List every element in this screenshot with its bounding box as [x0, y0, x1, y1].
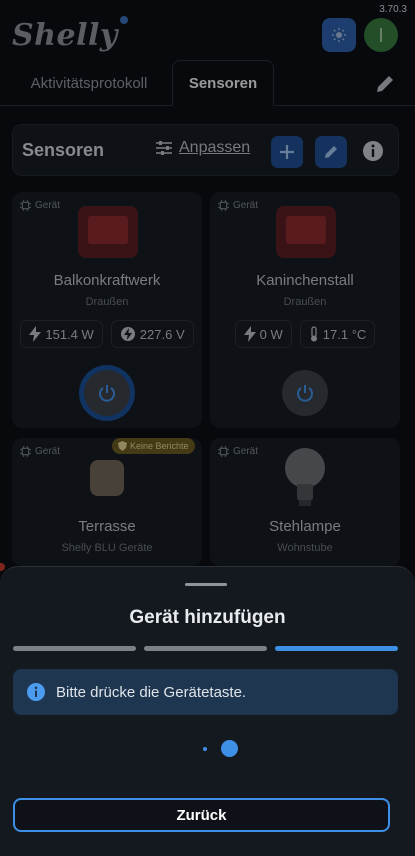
tab-sensors[interactable]: Sensoren	[172, 60, 274, 106]
info-message: Bitte drücke die Gerätetaste.	[56, 683, 247, 701]
device-badge-label: Gerät	[35, 200, 61, 211]
power-value: 151.4 W	[45, 326, 94, 342]
thermometer-icon	[310, 326, 317, 342]
voltage-stat: 227.6 V	[110, 320, 194, 348]
adjust-button[interactable]: Anpassen	[155, 139, 250, 157]
plus-icon	[280, 145, 294, 159]
device-badge: Gerät	[20, 200, 60, 211]
device-card-stehlampe[interactable]: Gerät Stehlampe Wohnstube	[210, 438, 400, 566]
device-card-terrasse[interactable]: Gerät Terrasse Shelly BLU Geräte	[12, 438, 202, 566]
lightbulb-icon	[285, 448, 325, 506]
no-reports-badge: Keine Berichte	[112, 438, 195, 454]
pencil-icon	[377, 76, 393, 92]
device-image	[78, 206, 138, 258]
info-icon	[27, 683, 45, 701]
chip-icon	[20, 200, 31, 211]
pencil-icon	[325, 146, 337, 158]
device-name: Kaninchenstall	[256, 272, 354, 289]
edit-sensors-button[interactable]	[315, 136, 347, 168]
sun-icon	[332, 28, 346, 42]
device-room: Shelly BLU Geräte	[61, 542, 153, 554]
info-icon	[363, 141, 383, 161]
add-sensor-button[interactable]	[271, 136, 303, 168]
add-device-sheet: Gerät hinzufügen Bitte drücke die Geräte…	[0, 566, 415, 856]
device-badge-label: Gerät	[233, 446, 259, 457]
voltage-icon	[120, 327, 135, 341]
bolt-icon	[243, 326, 256, 342]
device-room: Draußen	[85, 296, 129, 308]
power-icon	[297, 385, 313, 402]
edge-indicator	[0, 563, 5, 571]
chip-icon	[218, 446, 229, 457]
device-card-kaninchenstall[interactable]: Gerät Kaninchenstall Draußen 0 W 17.1 °C	[210, 192, 400, 428]
profile-button[interactable]	[364, 18, 398, 52]
device-image	[90, 460, 124, 496]
adjust-label: Anpassen	[179, 139, 251, 156]
power-value: 0 W	[259, 326, 283, 342]
sensors-toolbar: Sensoren Anpassen	[12, 124, 399, 176]
power-icon	[99, 385, 115, 402]
voltage-value: 227.6 V	[139, 326, 185, 342]
device-card-balkonkraftwerk[interactable]: Gerät Balkonkraftwerk Draußen 151.4 W 22…	[12, 192, 202, 428]
sensors-title: Sensoren	[22, 140, 105, 160]
device-badge: Gerät	[218, 200, 258, 211]
loading-dot-small	[203, 747, 207, 751]
no-reports-label: Keine Berichte	[130, 441, 189, 451]
device-image	[276, 206, 336, 258]
chip-icon	[20, 446, 31, 457]
device-stats: 0 W 17.1 °C	[210, 320, 400, 348]
logo-dot	[120, 16, 128, 24]
info-message-box: Bitte drücke die Gerätetaste.	[13, 669, 398, 715]
power-stat: 0 W	[234, 320, 292, 348]
sheet-drag-handle[interactable]	[185, 583, 227, 586]
device-stats: 151.4 W 227.6 V	[12, 320, 202, 348]
info-button[interactable]	[361, 139, 385, 163]
user-icon	[380, 28, 382, 42]
power-toggle-button[interactable]	[282, 370, 328, 416]
device-name: Balkonkraftwerk	[53, 272, 161, 289]
device-room: Draußen	[283, 296, 327, 308]
device-name: Terrasse	[78, 518, 136, 535]
edit-tabs-button[interactable]	[373, 72, 397, 96]
device-room: Wohnstube	[277, 542, 333, 554]
shelly-logo: Shelly	[12, 18, 118, 53]
bulb-image	[280, 446, 330, 508]
device-badge: Gerät	[218, 446, 258, 457]
temperature-value: 17.1 °C	[322, 326, 367, 342]
step-indicator-1	[13, 646, 136, 651]
loading-dot-large	[221, 740, 238, 757]
step-indicator-2	[144, 646, 267, 651]
top-bar: Shelly	[0, 14, 415, 60]
device-badge: Gerät	[20, 446, 60, 457]
temperature-stat: 17.1 °C	[299, 320, 376, 348]
sliders-icon	[156, 141, 172, 155]
theme-toggle-button[interactable]	[322, 18, 356, 52]
sheet-title: Gerät hinzufügen	[129, 607, 286, 628]
shield-icon	[118, 441, 127, 451]
chip-icon	[218, 200, 229, 211]
tab-bar: Aktivitätsprotokoll Sensoren	[0, 60, 415, 106]
device-badge-label: Gerät	[35, 446, 61, 457]
step-indicator-3	[275, 646, 398, 651]
back-button[interactable]: Zurück	[13, 798, 390, 832]
device-badge-label: Gerät	[233, 200, 259, 211]
power-toggle-button[interactable]	[84, 370, 130, 416]
bolt-icon	[29, 326, 42, 342]
device-name: Stehlampe	[269, 518, 341, 535]
tab-activity-log[interactable]: Aktivitätsprotokoll	[14, 60, 164, 106]
power-stat: 151.4 W	[20, 320, 103, 348]
